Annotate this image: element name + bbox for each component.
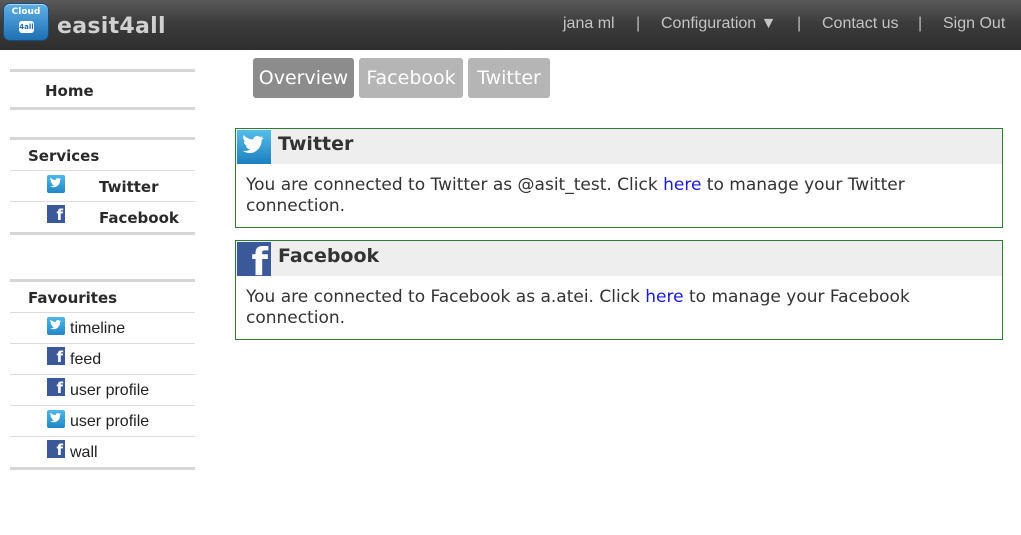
facebook-icon: f: [47, 205, 65, 223]
favourites-heading: Favourites: [28, 289, 118, 307]
facebook-icon: f: [47, 378, 65, 396]
tab-facebook[interactable]: Facebook: [359, 58, 463, 98]
favourite-label: timeline: [70, 320, 126, 337]
top-header: Cloud 4all easit4all jana ml | Configura…: [0, 0, 1021, 50]
contact-us-link[interactable]: Contact us: [822, 15, 898, 37]
favourite-label: user profile: [70, 382, 150, 399]
facebook-icon: f: [47, 440, 65, 458]
twitter-icon: [47, 410, 65, 428]
twitter-status-text: You are connected to Twitter as @asit_te…: [246, 175, 664, 195]
user-name-link[interactable]: jana ml: [563, 15, 615, 37]
home-label: Home: [45, 82, 94, 100]
sidebar-item-home[interactable]: Home: [10, 72, 195, 107]
favourite-item-feed[interactable]: f feed: [10, 344, 195, 375]
facebook-panel-header: f Facebook: [236, 241, 1002, 276]
facebook-panel-title: Facebook: [278, 245, 380, 267]
facebook-manage-link[interactable]: here: [645, 287, 683, 307]
configuration-menu[interactable]: Configuration ▼: [661, 15, 776, 37]
nav-separator: |: [636, 15, 641, 32]
sidebar-item-twitter[interactable]: Twitter: [10, 171, 195, 202]
facebook-icon: f: [237, 242, 271, 276]
twitter-icon: [47, 175, 65, 193]
sidebar-home-block: Home: [10, 69, 195, 110]
twitter-panel-body: You are connected to Twitter as @asit_te…: [236, 164, 1002, 227]
sign-out-link[interactable]: Sign Out: [943, 15, 1005, 37]
facebook-icon: f: [47, 347, 65, 365]
services-heading: Services: [28, 147, 100, 165]
nav-separator: |: [918, 15, 923, 32]
twitter-panel-header: Twitter: [236, 129, 1002, 164]
favourite-item-timeline[interactable]: timeline: [10, 313, 195, 344]
favourite-label: wall: [70, 444, 98, 461]
logo-text: Cloud: [11, 7, 41, 17]
services-heading-row: Services: [10, 140, 195, 171]
twitter-panel-title: Twitter: [278, 133, 354, 155]
brand-name: easit4all: [57, 14, 166, 39]
twitter-connection-panel: Twitter You are connected to Twitter as …: [235, 128, 1003, 228]
twitter-icon: [237, 130, 271, 164]
favourite-item-user-profile-facebook[interactable]: f user profile: [10, 375, 195, 406]
favourite-item-wall[interactable]: f wall: [10, 437, 195, 467]
twitter-icon: [47, 317, 65, 335]
nav-separator: |: [797, 15, 802, 32]
logo-badge: 4all: [19, 21, 34, 33]
favourite-item-user-profile-twitter[interactable]: user profile: [10, 406, 195, 437]
tab-twitter[interactable]: Twitter: [468, 58, 550, 98]
facebook-status-text: You are connected to Facebook as a.atei.…: [246, 287, 646, 307]
sidebar-services-block: Services Twitter f Facebook: [10, 137, 195, 235]
tab-overview[interactable]: Overview: [253, 58, 354, 98]
facebook-connection-panel: f Facebook You are connected to Facebook…: [235, 240, 1003, 340]
favourite-label: user profile: [70, 413, 150, 430]
sidebar-item-facebook[interactable]: f Facebook: [10, 202, 195, 232]
cloud4all-logo[interactable]: Cloud 4all: [3, 3, 49, 41]
sidebar-favourites-block: Favourites timeline f feed f user profil…: [10, 279, 195, 470]
facebook-panel-body: You are connected to Facebook as a.atei.…: [236, 276, 1002, 339]
favourite-label: feed: [70, 351, 102, 368]
twitter-manage-link[interactable]: here: [663, 175, 701, 195]
sidebar-item-label: Facebook: [99, 209, 179, 227]
sidebar-item-label: Twitter: [99, 178, 159, 196]
favourites-heading-row: Favourites: [10, 282, 195, 313]
